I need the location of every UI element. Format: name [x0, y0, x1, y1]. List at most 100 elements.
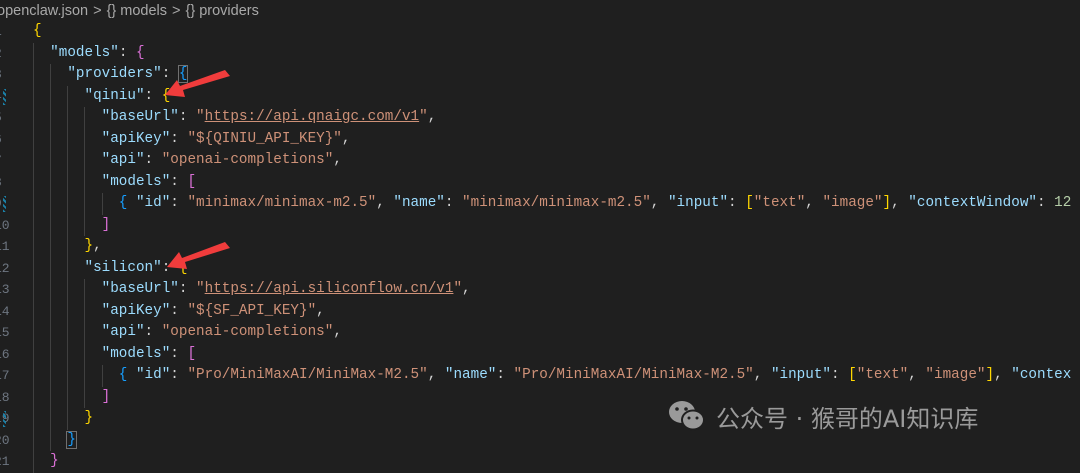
- indent-guide: [84, 150, 86, 172]
- code-line: { "id": "minimax/minimax-m2.5", "name": …: [33, 193, 1071, 215]
- code-token: :: [161, 66, 179, 82]
- line-number: 4: [0, 86, 14, 108]
- indent-guide: [33, 365, 34, 387]
- code-line: "apiKey": "${SF_API_KEY}",: [33, 300, 1071, 322]
- indent-guide: [33, 429, 34, 451]
- code-token: :: [170, 367, 188, 383]
- code-token: :: [170, 195, 188, 211]
- json-bracket: {: [118, 367, 136, 383]
- indent-guide: [67, 107, 69, 129]
- json-string: ": [196, 281, 205, 297]
- json-bracket: }: [84, 238, 94, 254]
- code-line: "apiKey": "${QINIU_API_KEY}",: [33, 128, 1071, 150]
- code-line: "models": [: [33, 171, 1071, 193]
- indent-guide: [50, 171, 52, 193]
- code-token: :: [831, 367, 849, 383]
- indent-guide: [33, 279, 34, 301]
- json-bracket: {: [178, 259, 188, 276]
- json-string[interactable]: https://api.qnaigc.com/v1: [205, 109, 420, 125]
- code-token: :: [496, 367, 514, 383]
- breadcrumb-providers[interactable]: {} providers: [186, 3, 259, 19]
- json-bracket: }: [50, 453, 59, 469]
- json-key: "models": [101, 345, 171, 362]
- json-string: "text": [753, 195, 806, 211]
- json-key: "silicon": [84, 259, 162, 276]
- code-line: },: [33, 236, 1071, 258]
- json-key: "contex: [1011, 367, 1072, 383]
- indent-guide: [50, 107, 52, 129]
- indent-guide: [33, 85, 34, 107]
- code-token: :: [170, 130, 188, 147]
- indent-guide: [67, 322, 69, 344]
- code-token: :: [118, 44, 136, 61]
- indent-guide: [33, 408, 34, 430]
- breadcrumb-file[interactable]: openclaw.json: [0, 3, 88, 19]
- json-key: "input": [770, 367, 831, 383]
- indent-guide: [33, 451, 34, 473]
- json-bracket: {: [177, 65, 189, 83]
- json-bracket: [: [848, 367, 857, 383]
- indent-guide: [50, 128, 52, 150]
- json-key: "qiniu": [84, 87, 145, 104]
- line-number: 17: [0, 368, 10, 383]
- json-string: "minimax/minimax-m2.5": [187, 195, 377, 211]
- code-token: 12: [1054, 195, 1072, 211]
- json-string: "openai-completions": [161, 152, 334, 168]
- json-key: "providers": [67, 66, 162, 82]
- indent-guide: [33, 64, 34, 86]
- json-string: "${SF_API_KEY}": [187, 302, 317, 319]
- indent-guide: [50, 64, 52, 86]
- code-line: {: [33, 21, 1071, 43]
- json-key: "baseUrl": [101, 281, 179, 297]
- code-token: :: [144, 152, 162, 168]
- indent-guide: [67, 85, 69, 107]
- indent-guide: [84, 107, 86, 129]
- json-bracket: {: [118, 195, 136, 211]
- indent-guide: [67, 408, 69, 430]
- code-token: ,: [341, 130, 351, 147]
- code-line: "api": "openai-completions",: [33, 322, 1071, 344]
- breadcrumb-separator: >: [172, 3, 181, 19]
- json-bracket: {: [161, 87, 171, 104]
- json-key: "api": [101, 152, 145, 168]
- indent-guide: [84, 343, 86, 365]
- indent-guide: [67, 343, 69, 365]
- code-token: ,: [994, 367, 1012, 383]
- json-key: "api": [101, 324, 145, 340]
- indent-guide: [50, 236, 52, 258]
- json-key: "contextWindow": [908, 195, 1037, 211]
- code-line: }: [33, 451, 1071, 473]
- indent-guide: [67, 128, 69, 150]
- code-token: ,: [908, 367, 926, 383]
- breadcrumb-models[interactable]: {} models: [107, 3, 167, 19]
- indent-guide: [67, 365, 69, 387]
- indent-guide: [84, 300, 86, 322]
- code-line: "models": [: [33, 343, 1071, 365]
- code-token: :: [728, 195, 746, 211]
- json-bracket: ]: [101, 216, 111, 233]
- indent-guide: [33, 343, 34, 365]
- indent-guide: [33, 150, 34, 172]
- line-number: 16: [0, 346, 10, 362]
- code-token: ,: [462, 281, 471, 297]
- json-string: "minimax/minimax-m2.5": [462, 195, 651, 211]
- code-token: :: [1036, 195, 1055, 211]
- indent-guide: [33, 42, 34, 64]
- json-string: "${QINIU_API_KEY}": [187, 130, 342, 147]
- indent-guide: [67, 300, 69, 322]
- indent-guide: [33, 386, 34, 408]
- json-string: ": [419, 109, 428, 125]
- line-number: 10: [0, 217, 10, 233]
- code-token: ,: [805, 195, 823, 211]
- json-string[interactable]: https://api.siliconflow.cn/v1: [205, 281, 454, 297]
- indent-guide: [67, 257, 69, 279]
- indent-guide: [67, 236, 69, 258]
- line-number: 19: [0, 408, 14, 430]
- indent-guide: [33, 257, 34, 279]
- indent-guide: [50, 365, 52, 387]
- line-number: 11: [0, 239, 10, 254]
- code-line: "api": "openai-completions",: [33, 150, 1071, 172]
- modified-line-marker: [3, 196, 6, 212]
- json-key: "apiKey": [101, 130, 171, 147]
- indent-guide: [67, 386, 69, 408]
